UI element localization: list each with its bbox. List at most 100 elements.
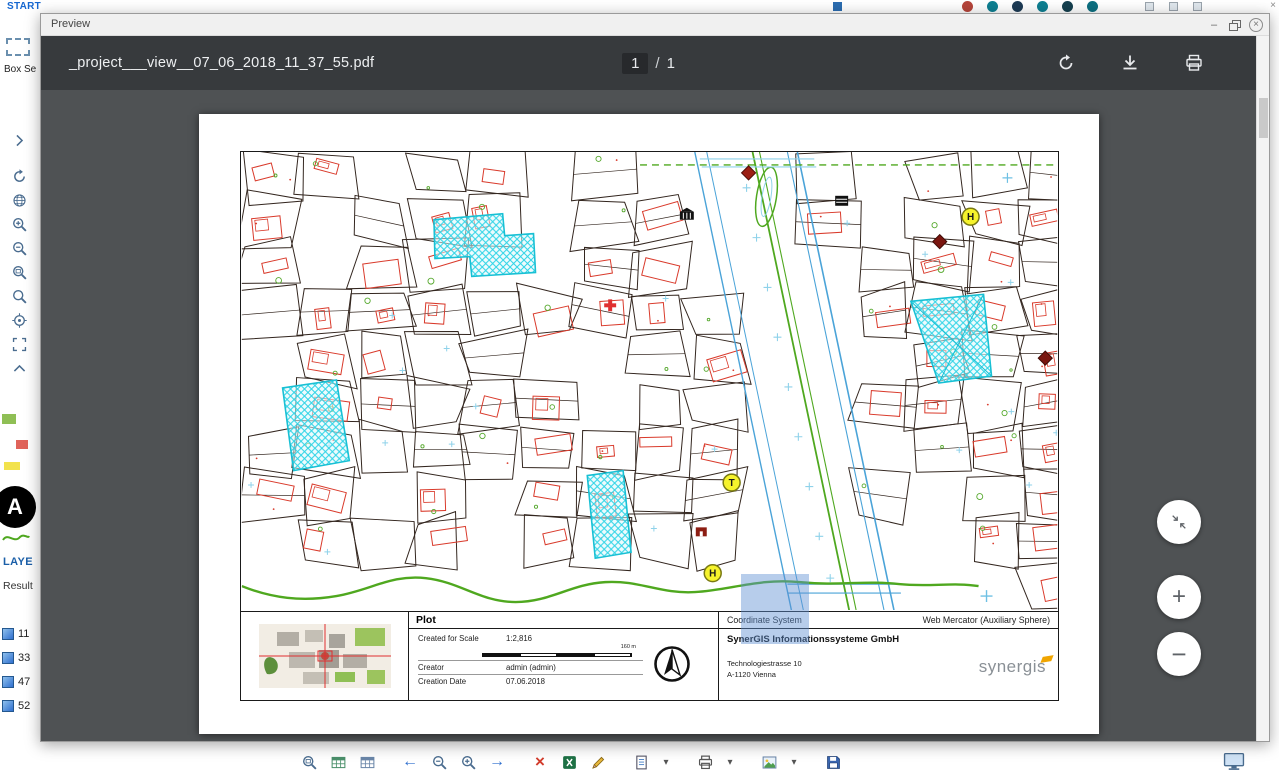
pdf-filename: _project___view__07_06_2018_11_37_55.pdf	[69, 55, 374, 71]
center-target-icon[interactable]	[6, 308, 32, 332]
company-cell: Coordinate System Web Mercator (Auxiliar…	[718, 612, 1058, 700]
scale-bar: 160 m	[482, 647, 632, 657]
result-item[interactable]: 47	[2, 670, 40, 694]
result-item-label: 33	[18, 652, 30, 664]
diamond-marker-icon	[933, 235, 947, 249]
app-icon-2[interactable]	[987, 1, 998, 12]
map-toolbar-left	[2, 128, 36, 380]
attribute-table-icon[interactable]	[329, 753, 347, 771]
map-fragment	[2, 414, 16, 424]
pin-icon[interactable]	[1169, 2, 1178, 11]
browser-profile-icons	[962, 1, 1098, 12]
app-icon-3[interactable]	[1012, 1, 1023, 12]
zoom-extent-icon[interactable]	[6, 284, 32, 308]
refresh-icon[interactable]	[6, 164, 32, 188]
map-fragment	[4, 462, 20, 470]
logo-spark-icon	[1040, 655, 1053, 663]
zoom-out-button[interactable]: −	[1157, 632, 1201, 676]
tab-start[interactable]: START	[7, 1, 41, 12]
next-extent-icon[interactable]: →	[488, 753, 506, 771]
panel-expand-icon[interactable]	[6, 128, 32, 152]
hydrant-letter: H	[709, 569, 716, 580]
save-icon[interactable]	[824, 753, 842, 771]
app-bottom-toolbar: ← → × ▾ ▾ ▾	[0, 748, 1279, 776]
t-letter: T	[729, 478, 735, 489]
table-export-icon[interactable]	[358, 753, 376, 771]
vegetation-squiggle-icon	[2, 530, 30, 546]
plot-title: Plot	[409, 612, 718, 629]
t-marker: T	[723, 474, 740, 491]
zoom-in-icon[interactable]	[6, 212, 32, 236]
creation-date-value: 07.06.2018	[506, 677, 545, 686]
highlighted-parcel	[587, 471, 631, 559]
zoom-in-button[interactable]: +	[1157, 575, 1201, 619]
preview-window: Preview – × _project___view__07_06_2018_…	[40, 13, 1270, 742]
print-pdf-icon[interactable]	[1184, 53, 1204, 73]
print-icon[interactable]	[696, 753, 714, 771]
app-icon-1[interactable]	[962, 1, 973, 12]
download-icon[interactable]	[1120, 53, 1140, 73]
box-select-tool[interactable]: Box Se	[4, 38, 38, 75]
pdf-viewer: _project___view__07_06_2018_11_37_55.pdf…	[41, 36, 1256, 741]
fit-page-button[interactable]	[1157, 500, 1201, 544]
synergis-logo-text: synergis	[979, 657, 1046, 676]
toolbar-scroll-up-icon[interactable]	[6, 356, 32, 380]
result-item-label: 47	[18, 676, 30, 688]
creator-value: admin (admin)	[506, 663, 556, 672]
image-export-icon[interactable]	[760, 753, 778, 771]
full-extent-icon[interactable]	[6, 332, 32, 356]
result-item[interactable]: 33	[2, 646, 40, 670]
clear-selection-icon[interactable]: ×	[531, 753, 549, 771]
zoom-to-result-icon	[2, 652, 14, 664]
globe-icon[interactable]	[6, 188, 32, 212]
settings-icon[interactable]	[1193, 2, 1202, 11]
previous-extent-icon[interactable]: ←	[401, 753, 419, 771]
result-item[interactable]: 52	[2, 694, 40, 718]
scrollbar-thumb[interactable]	[1259, 98, 1268, 138]
zoom-in-small-icon[interactable]	[459, 753, 477, 771]
green-route-line	[242, 578, 979, 603]
zoom-to-table-icon[interactable]	[300, 753, 318, 771]
house-marker-icon	[696, 527, 707, 536]
app-icon-4[interactable]	[1037, 1, 1048, 12]
scale-bar-label: 160 m	[621, 644, 636, 650]
zoom-box-icon[interactable]	[6, 260, 32, 284]
pdf-scrollbar[interactable]	[1256, 36, 1269, 741]
restore-button[interactable]	[1229, 20, 1240, 30]
app-icon-5[interactable]	[1062, 1, 1073, 12]
display-icon[interactable]	[1222, 751, 1246, 772]
overview-map-thumbnail	[259, 624, 391, 688]
minimize-button[interactable]: –	[1208, 19, 1220, 31]
creation-date-label: Creation Date	[418, 677, 506, 686]
close-button[interactable]: ×	[1249, 18, 1263, 32]
preview-titlebar[interactable]: Preview – ×	[41, 14, 1269, 36]
report-menu-caret-icon[interactable]: ▾	[661, 753, 671, 771]
edit-icon[interactable]	[589, 753, 607, 771]
hydrant-marker-bottom: H	[704, 565, 721, 582]
north-logo-letter: A	[7, 494, 23, 520]
report-icon[interactable]	[632, 753, 650, 771]
page-total: 1	[667, 55, 675, 72]
pdf-viewport[interactable]: H T H	[41, 90, 1256, 741]
rotate-icon[interactable]	[1056, 53, 1076, 73]
box-select-label: Box Se	[4, 64, 38, 75]
north-arrow-icon	[652, 644, 692, 684]
result-item[interactable]: 11	[2, 622, 40, 646]
screen: START × Box Se	[0, 0, 1279, 776]
image-menu-caret-icon[interactable]: ▾	[789, 753, 799, 771]
print-menu-caret-icon[interactable]: ▾	[725, 753, 735, 771]
north-logo: A	[0, 486, 36, 528]
grid-icon[interactable]	[1145, 2, 1154, 11]
highlighted-parcels	[283, 214, 992, 558]
creator-label: Creator	[418, 663, 506, 672]
app-icon-6[interactable]	[1087, 1, 1098, 12]
excel-export-icon[interactable]	[560, 753, 578, 771]
plot-sheet-frame: H T H	[240, 151, 1059, 701]
page-number-input[interactable]: 1	[622, 53, 648, 74]
app-close-icon[interactable]: ×	[1270, 0, 1276, 11]
zoom-out-icon[interactable]	[6, 236, 32, 260]
hydrant-marker-top: H	[962, 208, 979, 225]
synergis-logo: synergis	[979, 657, 1046, 677]
zoom-out-small-icon[interactable]	[430, 753, 448, 771]
layers-heading[interactable]: LAYE	[3, 556, 33, 568]
